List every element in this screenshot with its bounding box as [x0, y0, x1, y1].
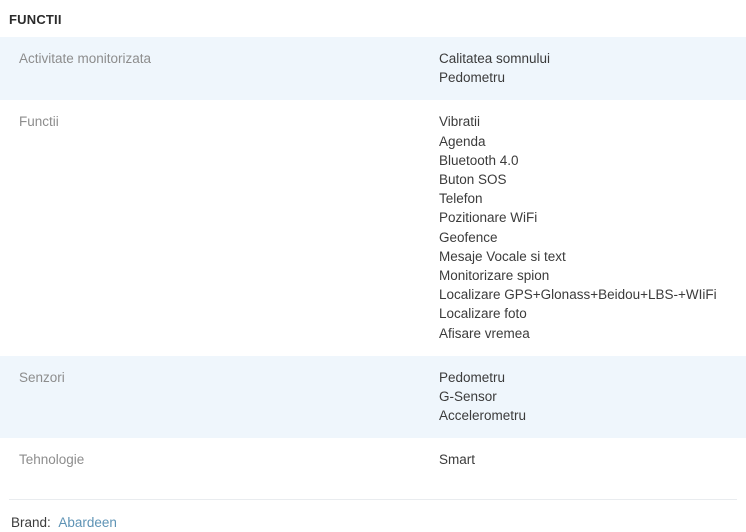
- spec-value-line: G-Sensor: [439, 389, 497, 405]
- spec-row-label: Senzori: [19, 369, 65, 385]
- specifications-table: Activitate monitorizata Calitatea somnulu…: [0, 37, 746, 483]
- brand-link[interactable]: Abardeen: [58, 515, 117, 530]
- spec-row-value: Vibratii Agenda Bluetooth 4.0 Buton SOS Tele…: [439, 100, 746, 355]
- spec-row-label: Activitate monitorizata: [19, 51, 152, 66]
- specifications-table-body: Activitate monitorizata Calitatea somnulu…: [0, 37, 746, 483]
- brand-label: Brand:: [11, 514, 51, 530]
- spec-value-line: Mesaje Vocale si text: [439, 248, 566, 264]
- spec-row: Tehnologie Smart: [0, 438, 746, 482]
- spec-value-line: Buton SOS: [439, 172, 507, 188]
- spec-row-label: Tehnologie: [19, 452, 85, 468]
- spec-value-line: Smart: [439, 452, 476, 468]
- spec-value-line: Localizare GPS+Glonass+Beidou+LBS-+WIiFi: [439, 287, 717, 303]
- spec-value-line: Calitatea somnului: [439, 51, 551, 66]
- spec-row-value: Smart: [439, 438, 746, 482]
- spec-value-line: Localizare foto: [439, 306, 527, 322]
- spec-row: Senzori Pedometru G-Sensor Accelerometru: [0, 355, 746, 439]
- spec-row-label: Functii: [19, 114, 59, 130]
- section-title: FUNCTII: [9, 12, 62, 27]
- spec-value-line: Geofence: [439, 229, 498, 245]
- spec-value-line: Pedometru: [439, 70, 506, 86]
- specifications-panel: FUNCTII Activitate monitorizata Calitatea…: [0, 0, 746, 530]
- spec-value-line: Afisare vremea: [439, 325, 530, 341]
- spec-value-line: Monitorizare spion: [439, 268, 550, 284]
- spec-row: Activitate monitorizata Calitatea somnulu…: [0, 37, 746, 101]
- spec-row-value: Calitatea somnului Pedometru: [439, 37, 746, 100]
- spec-value-line: Bluetooth 4.0: [439, 152, 519, 168]
- spec-value-line: Accelerometru: [439, 408, 527, 424]
- spec-value-line: Telefon: [439, 191, 483, 207]
- spec-value-line: Pedometru: [439, 369, 506, 385]
- spec-row-value: Pedometru G-Sensor Accelerometru: [439, 356, 746, 439]
- brand-line: Brand: Abardeen: [0, 500, 746, 532]
- spec-value-line: Vibratii: [439, 114, 481, 130]
- spec-row: Functii Vibratii Agenda Bluetooth 4.0 Buton …: [0, 100, 746, 355]
- spec-value-line: Pozitionare WiFi: [439, 210, 538, 226]
- spec-value-line: Agenda: [439, 133, 486, 149]
